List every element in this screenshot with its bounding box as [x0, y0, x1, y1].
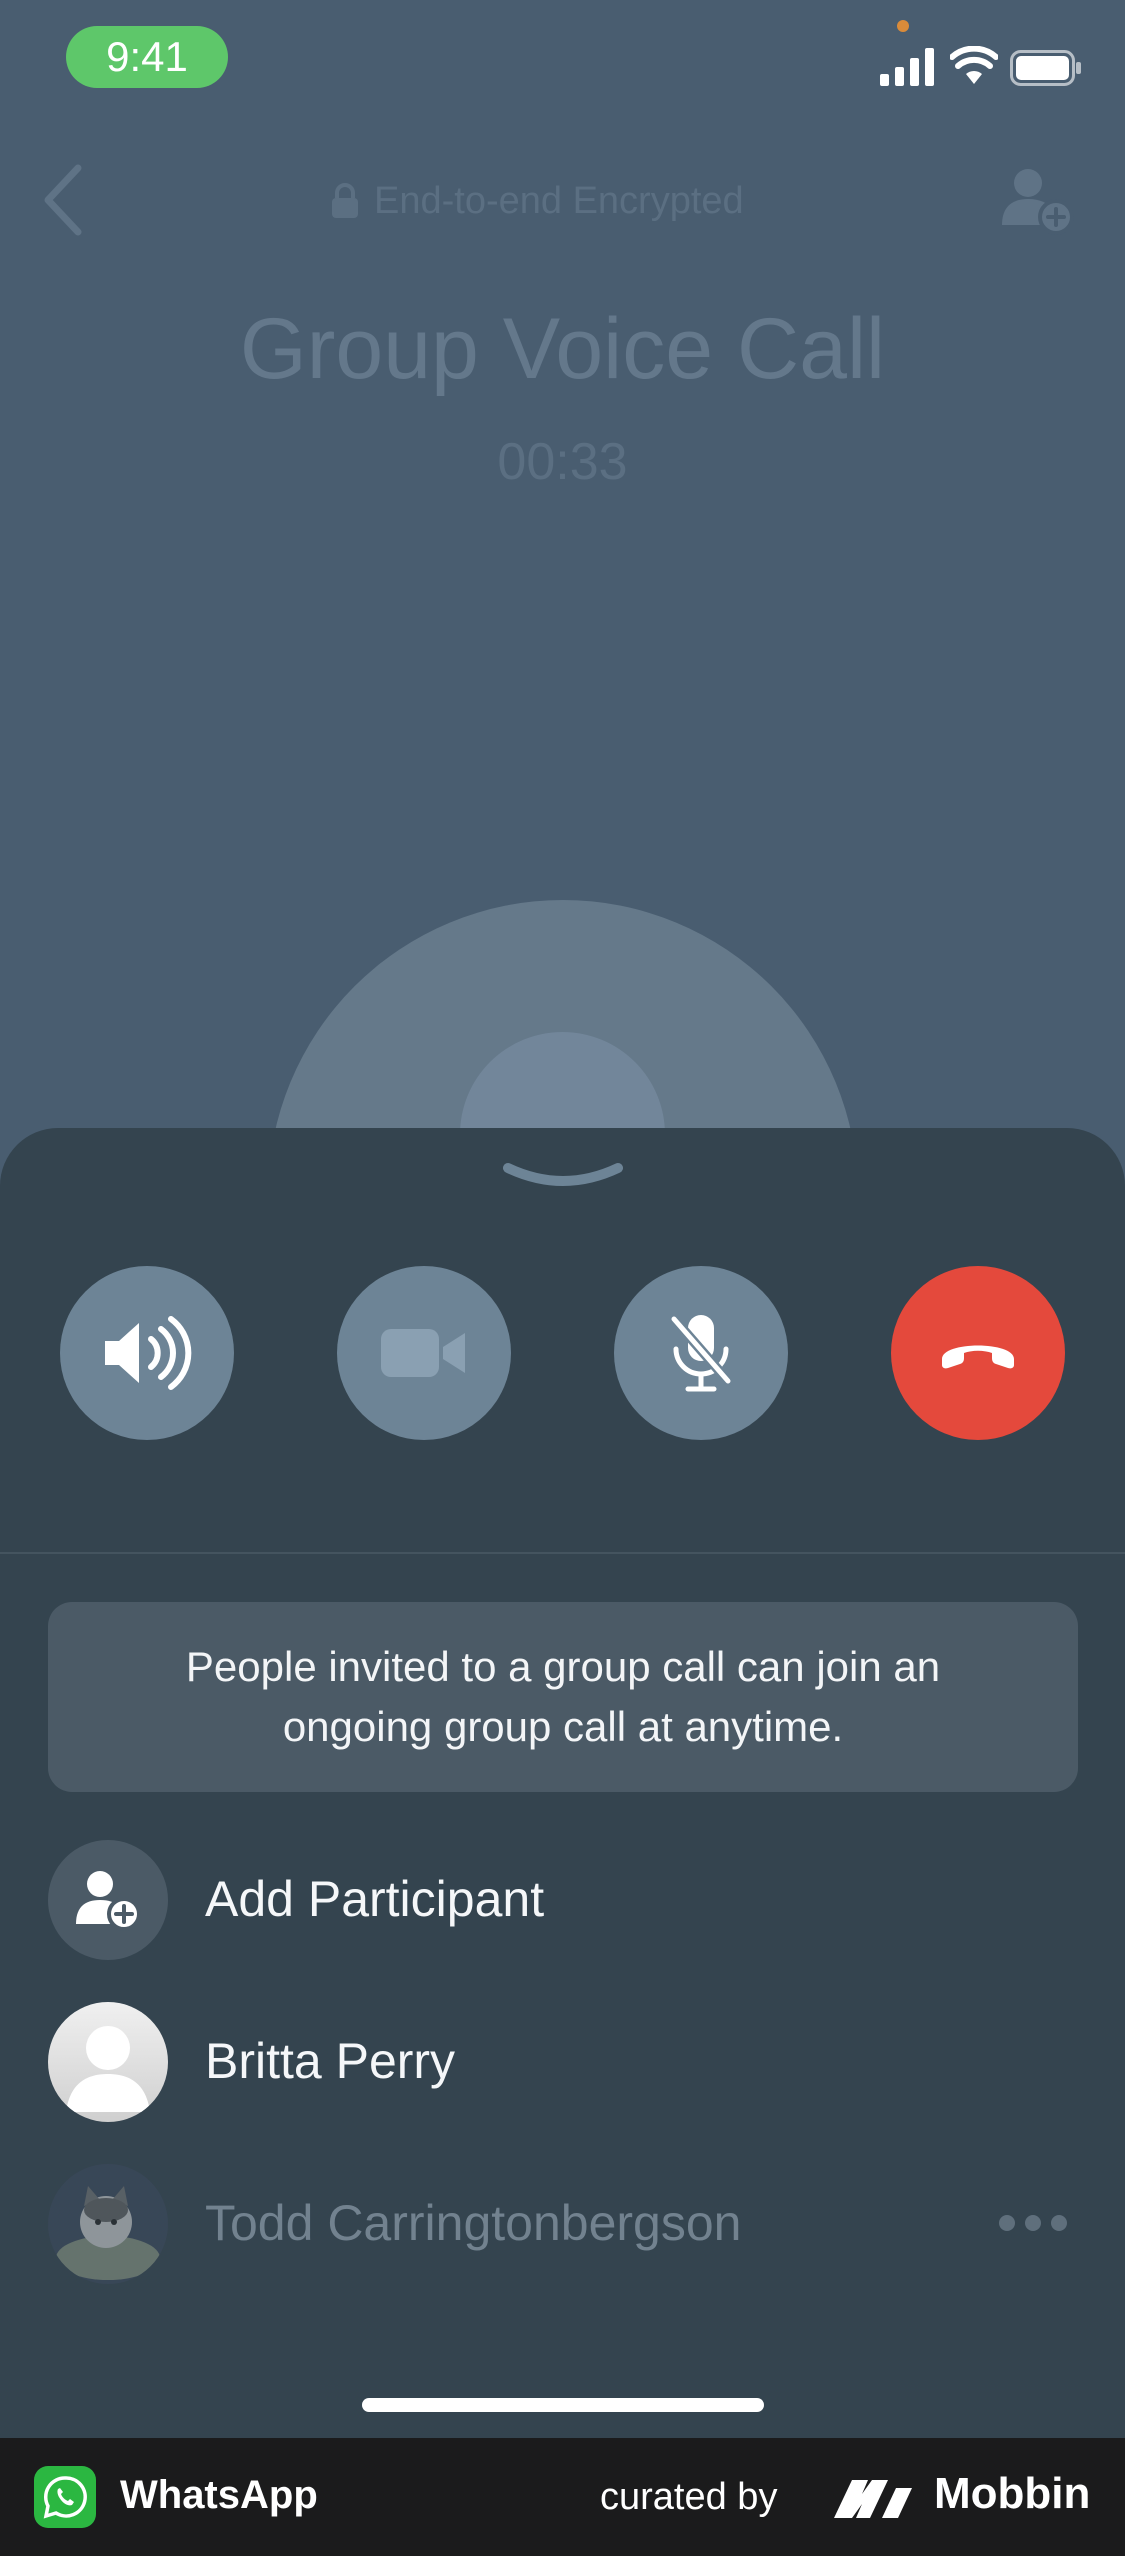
whatsapp-phone-icon: [43, 2476, 87, 2519]
collapse-chevron-icon[interactable]: [500, 1158, 626, 1198]
call-timer: 00:33: [497, 433, 628, 491]
mic-off-icon: [669, 1314, 733, 1392]
home-indicator[interactable]: [362, 2398, 764, 2412]
mic-in-use-indicator: [897, 20, 909, 32]
encryption-label: End-to-end Encrypted: [374, 179, 744, 222]
sheet-divider: [0, 1552, 1125, 1554]
speaker-button[interactable]: [60, 1266, 234, 1440]
status-time: 9:41: [66, 26, 228, 88]
speaker-icon: [105, 1316, 192, 1390]
whatsapp-logo-icon: [34, 2466, 96, 2528]
video-camera-icon: [381, 1329, 465, 1377]
video-button[interactable]: [337, 1266, 511, 1440]
add-person-icon: [76, 1871, 141, 1931]
participant-avatar-photo: [48, 2164, 168, 2284]
group-call-notice: People invited to a group call can join …: [48, 1602, 1078, 1792]
group-call-notice-text: People invited to a group call can join …: [185, 1643, 941, 1750]
cellular-signal-icon: [880, 48, 934, 86]
participant-name: Todd Carringtonbergson: [205, 2195, 742, 2251]
participant-name: Britta Perry: [205, 2033, 456, 2089]
back-chevron-icon[interactable]: [40, 160, 90, 240]
encryption-notice[interactable]: End-to-end Encrypted: [330, 178, 744, 224]
wifi-icon: [950, 46, 998, 84]
ringing-dots-icon: [999, 2215, 1067, 2231]
mute-button[interactable]: [614, 1266, 788, 1440]
add-participant-label[interactable]: Add Participant: [205, 1870, 544, 1928]
default-person-icon: [66, 2026, 150, 2112]
cat-photo-icon: [48, 2164, 168, 2284]
app-name: WhatsApp: [120, 2473, 318, 2517]
add-participant-icon[interactable]: [1000, 165, 1076, 235]
curated-by-label: curated by: [600, 2476, 778, 2518]
battery-icon: [1010, 50, 1081, 86]
phone-hangup-icon: [942, 1345, 1014, 1369]
end-call-button[interactable]: [891, 1266, 1065, 1440]
add-participant-avatar[interactable]: [48, 1840, 168, 1960]
lock-icon: [332, 183, 358, 218]
participant-avatar: [48, 2002, 168, 2122]
brand-name: Mobbin: [934, 2469, 1091, 2518]
call-title: Group Voice Call: [239, 301, 886, 397]
mobbin-logo-icon: [834, 2480, 912, 2518]
